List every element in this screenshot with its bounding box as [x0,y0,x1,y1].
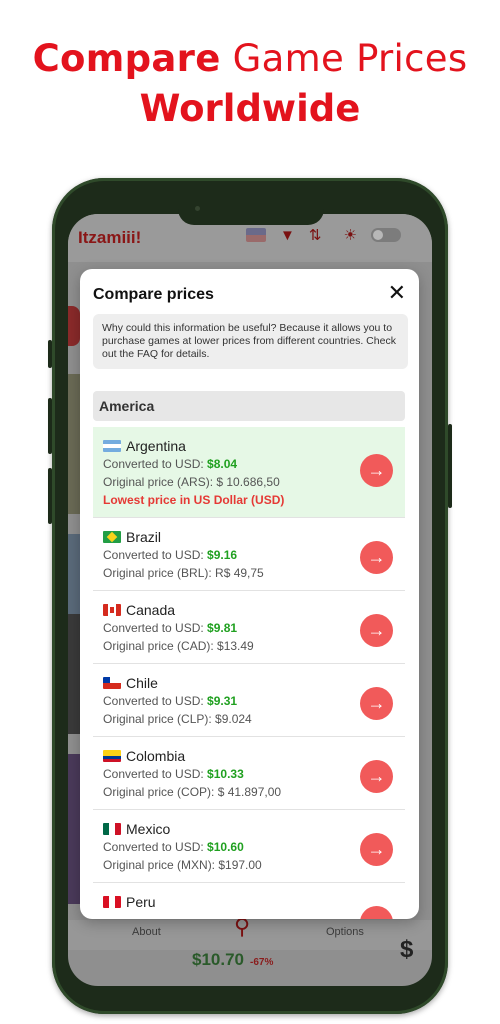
promo-headline: Compare Game Prices Worldwide [0,34,500,134]
mexico-flag-icon [103,823,121,835]
lowest-price-note: Lowest price in US Dollar (USD) [103,493,285,507]
usd-price: $10.33 [207,767,244,781]
bg-game-thumb [68,374,80,514]
phone-side-button [48,398,52,454]
phone-power-button [448,424,452,508]
bg-price: $10.70 -67% [192,950,273,970]
country-row-peru[interactable]: Peru → [93,883,405,919]
original-price: Original price (ARS): $ 10.686,50 [103,475,280,489]
phone-side-button [48,468,52,524]
headline-rest: Game Prices [220,37,468,80]
country-row-colombia[interactable]: Colombia Converted to USD: $10.33 Origin… [93,737,405,810]
converted-label: Converted to USD: [103,840,208,854]
go-arrow-button[interactable]: → [360,454,393,487]
usd-price: $9.31 [207,694,238,708]
sort-icon[interactable]: ⇅ [309,226,322,244]
usd-price: $9.16 [207,548,238,562]
headline-line-2: Worldwide [139,87,361,130]
country-name: Argentina [126,438,186,454]
dollar-icon: $ [400,936,414,963]
nav-about[interactable]: About [132,926,161,938]
original-price: Original price (CAD): $13.49 [103,639,254,653]
brazil-flag-icon [103,531,121,543]
go-arrow-button[interactable]: → [360,541,393,574]
compare-prices-dialog: Compare prices ✕ Why could this informat… [80,269,419,919]
bg-discount: -67% [250,957,274,968]
usd-price: $9.81 [207,621,238,635]
country-row-brazil[interactable]: Brazil Converted to USD: $9.16 Original … [93,518,405,591]
country-list[interactable]: Argentina Converted to USD: $8.04 Origin… [93,427,405,919]
theme-toggle[interactable] [370,228,401,242]
bottom-nav: About ⚲ Options [68,914,432,950]
original-price: Original price (COP): $ 41.897,00 [103,785,282,799]
converted-label: Converted to USD: [103,621,208,635]
country-name: Brazil [126,529,162,545]
info-box: Why could this information be useful? Be… [93,314,408,369]
headline-line-1: Compare Game Prices [0,34,500,84]
original-price: Original price (BRL): R$ 49,75 [103,566,264,580]
argentina-flag-icon [103,440,121,452]
country-name: Peru [126,894,156,910]
original-price: Original price (MXN): $197.00 [103,858,262,872]
app-title: Itzamiii! [78,228,142,247]
original-price: Original price (CLP): $9.024 [103,712,252,726]
bg-price-value: $10.70 [192,950,244,969]
country-name: Canada [126,602,176,618]
colombia-flag-icon [103,750,121,762]
filter-icon[interactable]: ▼ [280,227,295,244]
go-arrow-button[interactable]: → [360,614,393,647]
nav-options[interactable]: Options [326,926,364,938]
region-header: America [93,391,405,421]
canada-flag-icon [103,604,121,616]
bg-game-thumb [68,306,80,346]
chile-flag-icon [103,677,121,689]
usd-price: $8.04 [207,457,238,471]
us-flag-icon[interactable] [246,228,266,242]
phone-screen: Itzamiii! ▼ ⇅ ☀ About ⚲ Options $10.70 -6… [68,214,432,986]
peru-flag-icon [103,896,121,908]
usd-price: $10.60 [207,840,244,854]
country-row-canada[interactable]: Canada Converted to USD: $9.81 Original … [93,591,405,664]
bg-game-thumb [68,614,80,734]
bg-game-thumb [68,534,80,614]
converted-label: Converted to USD: [103,767,208,781]
go-arrow-button[interactable]: → [360,833,393,866]
country-name: Mexico [126,821,171,837]
country-name: Colombia [126,748,186,764]
header-actions: ▼ ⇅ ☀ [246,226,401,244]
headline-bold: Compare [32,37,221,80]
go-arrow-button[interactable]: → [360,687,393,720]
converted-label: Converted to USD: [103,457,208,471]
close-icon[interactable]: ✕ [388,281,406,305]
sun-icon: ☀ [343,227,357,244]
country-row-argentina[interactable]: Argentina Converted to USD: $8.04 Origin… [93,427,405,518]
country-row-mexico[interactable]: Mexico Converted to USD: $10.60 Original… [93,810,405,883]
converted-label: Converted to USD: [103,694,208,708]
phone-side-button [48,340,52,368]
country-name: Chile [126,675,158,691]
camera-icon [195,206,200,211]
bg-game-thumb [68,754,80,904]
go-arrow-button[interactable]: → [360,760,393,793]
converted-label: Converted to USD: [103,548,208,562]
dialog-title: Compare prices [93,286,214,303]
country-row-chile[interactable]: Chile Converted to USD: $9.31 Original p… [93,664,405,737]
